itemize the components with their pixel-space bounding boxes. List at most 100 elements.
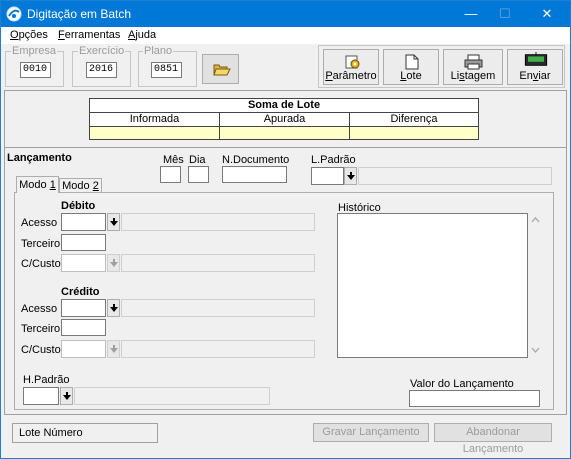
parametro-label: Parâmetro bbox=[324, 70, 378, 82]
ndocumento-label: N.Documento bbox=[222, 154, 290, 166]
debito-terceiro-label: Terceiro bbox=[21, 238, 61, 250]
tab-modo-2[interactable]: Modo 2 bbox=[59, 178, 102, 193]
title-bar: Digitação em Batch — ☐ ✕ bbox=[1, 1, 570, 27]
tab-modo-1-accel: 1 bbox=[49, 179, 56, 191]
window-title: Digitação em Batch bbox=[27, 7, 132, 21]
empresa-label: Empresa bbox=[11, 45, 58, 57]
lpadrao-description bbox=[358, 167, 552, 185]
listagem-text-pre: Li bbox=[450, 70, 460, 82]
historico-scrollbar[interactable] bbox=[528, 213, 543, 358]
debito-ccusto-label: C/Custo bbox=[21, 258, 61, 270]
credito-ccusto-description bbox=[121, 340, 315, 358]
main-window: Digitação em Batch — ☐ ✕ Opções Ferramen… bbox=[0, 0, 571, 459]
menu-ferramentas[interactable]: Ferramentas bbox=[58, 29, 120, 41]
credito-acesso-description bbox=[121, 299, 315, 317]
dropdown-arrow-icon bbox=[110, 304, 118, 312]
dropdown-arrow-icon bbox=[347, 172, 355, 180]
dia-label: Dia bbox=[189, 154, 206, 166]
credito-acesso-input[interactable] bbox=[61, 299, 106, 317]
credito-title: Crédito bbox=[61, 286, 100, 298]
debito-ccusto-input[interactable] bbox=[61, 254, 106, 272]
open-folder-icon bbox=[213, 64, 231, 76]
debito-ccusto-dropdown-button[interactable] bbox=[107, 254, 120, 272]
open-folder-button[interactable] bbox=[202, 54, 239, 84]
credito-ccusto-input[interactable] bbox=[61, 340, 106, 358]
valor-lancamento-label: Valor do Lançamento bbox=[410, 378, 514, 390]
lpadrao-dropdown-button[interactable] bbox=[344, 167, 357, 185]
menu-opcoes[interactable]: Opções bbox=[10, 29, 48, 41]
soma-lote-title: Soma de Lote bbox=[90, 99, 478, 113]
credito-terceiro-input[interactable] bbox=[61, 319, 106, 336]
lote-numero-status: Lote Número bbox=[12, 423, 158, 443]
parameter-icon bbox=[345, 55, 360, 69]
dropdown-arrow-icon bbox=[110, 218, 118, 226]
hpadrao-dropdown-button[interactable] bbox=[60, 387, 73, 405]
mes-input[interactable] bbox=[160, 166, 181, 183]
enviar-button[interactable]: Enviar bbox=[507, 49, 563, 85]
listagem-button[interactable]: Listagem bbox=[443, 49, 503, 85]
dropdown-arrow-icon bbox=[63, 392, 71, 400]
lote-label: Lote bbox=[384, 70, 438, 82]
parametro-button[interactable]: Parâmetro bbox=[323, 49, 379, 85]
column-divider bbox=[219, 113, 220, 140]
debito-ccusto-description bbox=[121, 254, 315, 272]
col-diferenca-header: Diferença bbox=[350, 113, 478, 127]
scroll-down-icon[interactable] bbox=[531, 347, 540, 353]
listagem-text: tagem bbox=[464, 70, 496, 82]
debito-title: Débito bbox=[61, 200, 96, 212]
printer-icon bbox=[464, 54, 483, 70]
tab-modo-1-label: Modo 1 bbox=[19, 179, 56, 191]
close-button[interactable]: ✕ bbox=[530, 1, 564, 27]
menu-ferramentas-accel: F bbox=[58, 29, 65, 41]
lpadrao-label: L.Padrão bbox=[311, 154, 356, 166]
debito-acesso-input[interactable] bbox=[61, 213, 106, 231]
enviar-text-pre: En bbox=[519, 70, 533, 82]
debito-acesso-label: Acesso bbox=[21, 217, 58, 229]
scroll-up-icon[interactable] bbox=[531, 217, 540, 223]
menu-ferramentas-label: erramentas bbox=[64, 29, 121, 41]
col-apurada-header: Apurada bbox=[220, 113, 349, 127]
ndocumento-input[interactable] bbox=[222, 166, 287, 183]
debito-terceiro-input[interactable] bbox=[61, 234, 106, 251]
enviar-label: Enviar bbox=[508, 70, 562, 82]
tab-modo-2-text: Modo bbox=[62, 180, 93, 192]
credito-acesso-dropdown-button[interactable] bbox=[107, 299, 120, 317]
dropdown-arrow-icon bbox=[110, 345, 118, 353]
credito-ccusto-label: C/Custo bbox=[21, 344, 61, 356]
informada-value bbox=[90, 127, 219, 139]
minimize-button[interactable]: — bbox=[454, 1, 488, 27]
dia-input[interactable] bbox=[188, 166, 209, 183]
empresa-field[interactable]: 0010 bbox=[20, 62, 51, 78]
document-icon bbox=[405, 54, 419, 70]
menu-opcoes-accel: O bbox=[10, 29, 19, 41]
maximize-button[interactable]: ☐ bbox=[488, 1, 522, 27]
parametro-accel: P bbox=[325, 70, 333, 82]
hpadrao-label: H.Padrão bbox=[23, 374, 70, 386]
dropdown-arrow-icon bbox=[110, 259, 118, 267]
abandonar-lancamento-button[interactable]: Abandonar Lançamento bbox=[434, 423, 552, 455]
enviar-text: iar bbox=[538, 70, 551, 82]
app-icon bbox=[6, 6, 22, 22]
debito-acesso-description bbox=[121, 213, 315, 231]
credito-ccusto-dropdown-button[interactable] bbox=[107, 340, 120, 358]
menu-bar: Opções Ferramentas Ajuda bbox=[1, 27, 570, 44]
apurada-value bbox=[220, 127, 349, 139]
send-icon bbox=[524, 52, 548, 66]
valor-lancamento-input[interactable] bbox=[409, 390, 540, 407]
lote-text: ote bbox=[406, 70, 422, 82]
lote-button[interactable]: Lote bbox=[383, 49, 439, 85]
hpadrao-input[interactable] bbox=[23, 387, 59, 405]
soma-lote-table: Soma de Lote Informada Apurada Diferença bbox=[89, 98, 479, 140]
credito-acesso-label: Acesso bbox=[21, 303, 58, 315]
exercicio-field[interactable]: 2016 bbox=[86, 62, 117, 78]
tab-modo-1[interactable]: Modo 1 bbox=[16, 176, 59, 193]
lpadrao-input[interactable] bbox=[311, 167, 344, 185]
lancamento-title: Lançamento bbox=[7, 152, 72, 164]
plano-field[interactable]: 0851 bbox=[151, 62, 182, 78]
gravar-lancamento-button[interactable]: Gravar Lançamento bbox=[313, 423, 429, 442]
historico-textarea[interactable] bbox=[337, 213, 528, 358]
parametro-text: arâmetro bbox=[332, 70, 377, 82]
debito-acesso-dropdown-button[interactable] bbox=[107, 213, 120, 231]
credito-terceiro-label: Terceiro bbox=[21, 323, 61, 335]
menu-ajuda[interactable]: Ajuda bbox=[128, 29, 156, 41]
